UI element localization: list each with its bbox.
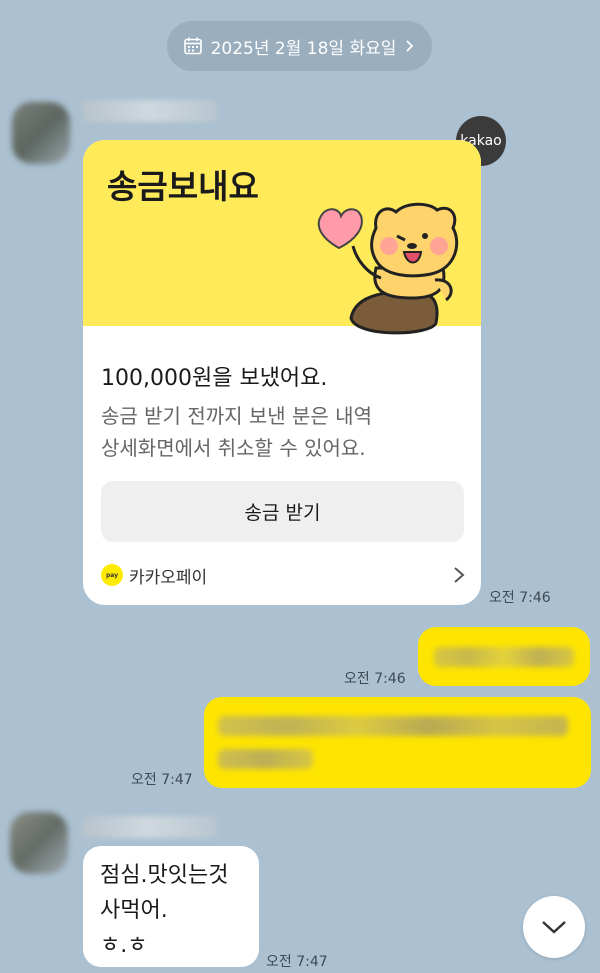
character-illustration [317,202,459,335]
calendar-icon [183,37,202,55]
heart-icon [317,208,363,250]
sender-name [82,816,217,838]
scroll-to-bottom-button[interactable] [523,896,585,958]
blurred-message-text [434,647,574,667]
my-message-bubble[interactable] [204,697,591,788]
sender-name [82,100,217,122]
card-header: 송금보내요 [83,140,481,335]
transfer-amount-text: 100,000원을 보냈어요. [101,366,328,391]
chevron-down-icon [542,921,566,934]
date-label: 2025년 2월 18일 화요일 [210,38,397,59]
message-time: 오전 7:47 [131,772,193,788]
card-title: 송금보내요 [107,167,259,206]
received-message-bubble[interactable]: 점심.맛잇는것 사먹어. ㅎ.ㅎ [83,846,259,967]
chevron-right-icon [406,40,414,52]
chevron-right-icon [454,567,465,583]
message-time: 오전 7:46 [344,671,406,687]
transfer-description: 송금 받기 전까지 보낸 분은 내역 상세화면에서 취소할 수 있어요. [101,400,461,464]
receive-transfer-button[interactable]: 송금 받기 [101,481,464,542]
blurred-message-text [218,749,313,769]
message-line: 사먹어. [100,898,168,923]
message-time: 오전 7:47 [266,954,328,970]
kakaopay-footer[interactable]: pay 카카오페이 [101,560,466,590]
date-divider[interactable]: 2025년 2월 18일 화요일 [167,21,432,71]
pay-logo-icon: pay [101,564,123,586]
sender-avatar[interactable] [12,102,70,164]
description-line: 송금 받기 전까지 보낸 분은 내역 [101,404,372,428]
message-line: 점심.맛잇는것 [100,863,229,888]
transfer-card[interactable]: 송금보내요 100,000원을 보냈어요. 송금 받기 전까지 보낸 분은 내역… [83,140,481,605]
message-text: 점심.맛잇는것 사먹어. ㅎ.ㅎ [100,858,228,963]
description-line: 상세화면에서 취소할 수 있어요. [101,436,366,460]
my-message-bubble[interactable] [418,627,590,686]
sender-avatar[interactable] [10,812,68,874]
message-line: ㅎ.ㅎ [100,933,148,958]
kakaopay-label: 카카오페이 [129,567,208,588]
message-time: 오전 7:46 [489,590,551,606]
blurred-message-text [218,716,568,736]
